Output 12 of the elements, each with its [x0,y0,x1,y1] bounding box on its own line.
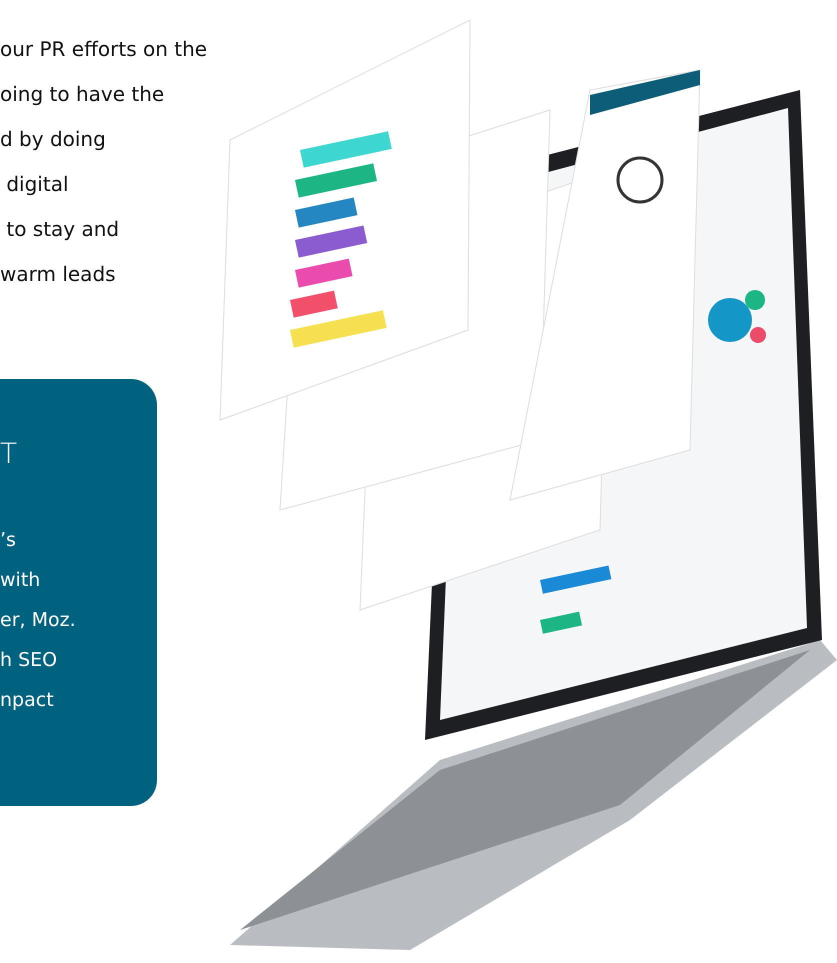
paragraph-line: digital [5,171,70,198]
paragraph-line: our PR efforts on the [0,36,208,63]
paragraph-line: warm leads [0,261,117,288]
card-text-line: er, Moz. [0,608,76,633]
card-heading: T [0,437,18,470]
card-text-line: npact [0,688,54,713]
paragraph-line: to stay and [5,216,120,243]
paragraph-line: d by doing [0,126,107,153]
card-text-line: with [0,568,40,593]
card-text-line: h SEO [0,648,58,673]
card-text-line: ’s [0,528,16,553]
paragraph-line: oing to have the [0,81,166,108]
